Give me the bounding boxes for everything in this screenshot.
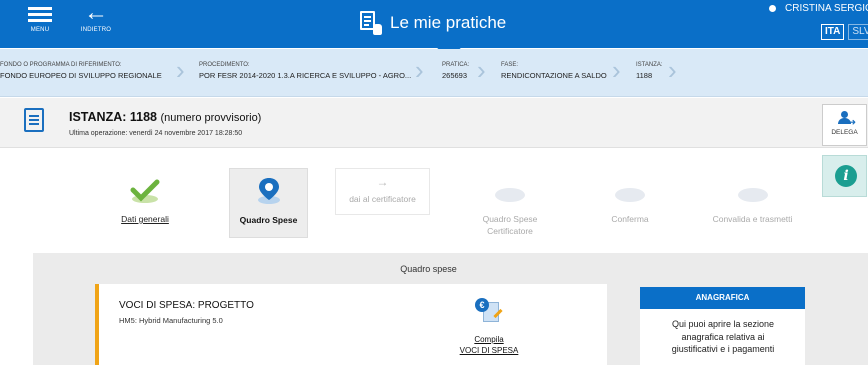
step-label: dai al certificatore: [349, 194, 416, 204]
step-dai-al-certificatore: → dai al certificatore: [335, 168, 430, 215]
blob-icon: [615, 188, 645, 202]
istanza-note: (numero provvisorio): [160, 112, 262, 124]
breadcrumb-key: ISTANZA:: [636, 62, 663, 68]
back-button[interactable]: ← INDIETRO: [76, 0, 116, 34]
menu-label: MENU: [30, 27, 50, 33]
breadcrumb-value: POR FESR 2014-2020 1.3.A RICERCA E SVILU…: [199, 71, 412, 80]
arrow-left-icon: ←: [84, 0, 108, 26]
page: MENU ← INDIETRO Le mie pratiche CRISTINA…: [0, 0, 868, 365]
breadcrumb-pratica: PRATICA: 265693: [442, 62, 469, 80]
top-bar: MENU ← INDIETRO Le mie pratiche CRISTINA…: [0, 0, 868, 48]
info-icon: i: [835, 165, 857, 187]
step-quadro-spese-certificatore: Quadro Spese Certificatore: [460, 168, 560, 238]
anagrafica-header: ANAGRAFICA: [640, 287, 805, 309]
panel-title: Quadro spese: [400, 264, 457, 274]
language-ita[interactable]: ITA: [821, 24, 845, 40]
delega-button[interactable]: ➜ DELEGA: [822, 104, 867, 146]
language-switcher: ITA SLV: [817, 24, 868, 40]
chevron-right-icon: ›: [176, 55, 185, 85]
menu-button[interactable]: MENU: [24, 4, 56, 40]
page-title-group: Le mie pratiche: [360, 8, 506, 38]
chevron-right-icon: ›: [415, 55, 424, 85]
breadcrumb-value: 1188: [636, 71, 653, 80]
compila-label: Compila: [474, 335, 504, 344]
step-label: Conferma: [611, 214, 649, 224]
breadcrumb-key: FONDO O PROGRAMMA DI RIFERIMENTO:: [0, 62, 122, 68]
page-title: Le mie pratiche: [390, 13, 507, 32]
breadcrumb-key: FASE:: [501, 62, 519, 68]
anagrafica-box[interactable]: ANAGRAFICA Qui puoi aprire la sezione an…: [640, 287, 805, 365]
checkmark-icon: [130, 179, 160, 203]
language-slv[interactable]: SLV: [848, 24, 868, 40]
back-label: INDIETRO: [80, 27, 112, 33]
breadcrumb: FONDO O PROGRAMMA DI RIFERIMENTO: FONDO …: [0, 49, 868, 97]
breadcrumb-procedimento: PROCEDIMENTO: POR FESR 2014-2020 1.3.A R…: [199, 62, 411, 80]
euro-document-icon[interactable]: €: [473, 298, 503, 324]
istanza-header: ISTANZA: 1188 (numero provvisorio) Ultim…: [0, 98, 868, 148]
chevron-right-icon: ›: [668, 55, 677, 85]
hamburger-icon: [28, 7, 52, 10]
istanza-number: ISTANZA: 1188: [69, 110, 157, 124]
step-label: Convalida e trasmetti: [712, 214, 793, 224]
breadcrumb-fase: FASE: RENDICONTAZIONE A SALDO: [501, 62, 607, 80]
delega-label: DELEGA: [831, 129, 858, 136]
document-icon: [24, 108, 44, 132]
card-title: VOCI DI SPESA: PROGETTO: [119, 300, 254, 311]
breadcrumb-key: PROCEDIMENTO:: [199, 62, 250, 68]
blob-icon: [495, 188, 525, 202]
card-subtitle: HM5: Hybrid Manufacturing 5.0: [119, 316, 223, 325]
voci-di-spesa-label: VOCI DI SPESA: [459, 346, 519, 355]
document-hand-icon: [360, 11, 382, 35]
step-label: Quadro Spese: [239, 215, 298, 225]
breadcrumb-value: RENDICONTAZIONE A SALDO: [501, 71, 607, 80]
chevron-right-icon: ›: [612, 55, 621, 85]
user-icon: [769, 5, 776, 12]
step-quadro-spese[interactable]: Quadro Spese: [229, 168, 308, 238]
step-dati-generali[interactable]: Dati generali: [100, 168, 190, 238]
user-share-icon: ➜: [837, 111, 856, 127]
voci-di-spesa-card: VOCI DI SPESA: PROGETTO HM5: Hybrid Manu…: [95, 284, 607, 365]
breadcrumb-value: 265693: [442, 71, 468, 80]
hamburger-icon-line: [28, 13, 52, 16]
last-operation: Ultima operazione: venerdì 24 novembre 2…: [69, 130, 243, 137]
info-button[interactable]: i: [822, 155, 867, 197]
breadcrumb-istanza: ISTANZA: 1188: [636, 62, 663, 80]
step-conferma: Conferma: [590, 168, 670, 238]
anagrafica-text: Qui puoi aprire la sezione anagrafica re…: [671, 319, 775, 354]
user-name: CRISTINA SERGIO: [785, 3, 868, 14]
blob-icon: [737, 188, 768, 202]
arrow-right-icon: →: [376, 175, 389, 189]
step-label: Dati generali: [121, 214, 169, 224]
istanza-title: ISTANZA: 1188 (numero provvisorio): [69, 110, 261, 124]
compila-voci-di-spesa-link[interactable]: Compila VOCI DI SPESA: [439, 334, 539, 356]
breadcrumb-fondo: FONDO O PROGRAMMA DI RIFERIMENTO: FONDO …: [0, 62, 162, 80]
user-menu[interactable]: CRISTINA SERGIO: [769, 3, 868, 14]
step-convalida-e-trasmetti: Convalida e trasmetti: [690, 168, 815, 238]
breadcrumb-value: FONDO EUROPEO DI SVILUPPO REGIONALE: [0, 71, 162, 80]
hamburger-icon-line: [28, 19, 52, 22]
map-pin-icon: [258, 178, 280, 204]
step-label: Quadro Spese Certificatore: [482, 214, 538, 236]
breadcrumb-key: PRATICA:: [442, 62, 470, 68]
chevron-right-icon: ›: [477, 55, 486, 85]
